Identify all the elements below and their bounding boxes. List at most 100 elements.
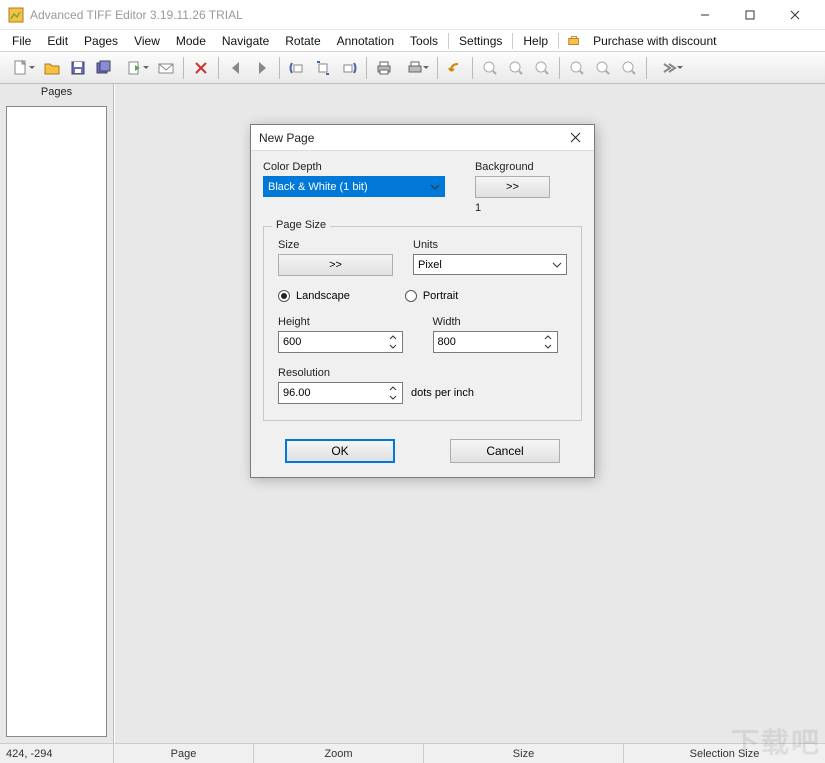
portrait-radio[interactable]: Portrait — [405, 290, 458, 302]
zoom-tool-6[interactable] — [617, 56, 641, 80]
toolbar-separator — [218, 57, 219, 79]
dpi-suffix: dots per inch — [411, 387, 474, 399]
menu-pages[interactable]: Pages — [76, 32, 126, 50]
resolution-value: 96.00 — [283, 387, 386, 399]
portrait-label: Portrait — [423, 290, 458, 302]
zoom-tool-1[interactable] — [478, 56, 502, 80]
rotate-180-button[interactable] — [311, 56, 335, 80]
page-size-fieldset: Page Size Size >> Units Pixel Land — [263, 226, 582, 421]
status-coords: 424, -294 — [0, 744, 114, 763]
page-size-legend: Page Size — [272, 219, 330, 231]
toolbar-separator — [437, 57, 438, 79]
status-selection: Selection Size — [624, 744, 825, 763]
next-button[interactable] — [250, 56, 274, 80]
toolbar-separator — [559, 57, 560, 79]
toolbar-separator — [472, 57, 473, 79]
status-bar: 424, -294 Page Zoom Size Selection Size — [0, 743, 825, 763]
minimize-button[interactable] — [682, 0, 727, 29]
save-all-button[interactable] — [92, 56, 116, 80]
cart-icon — [567, 34, 581, 48]
menu-view[interactable]: View — [126, 32, 168, 50]
print-button[interactable] — [372, 56, 396, 80]
print-options-button[interactable] — [398, 56, 432, 80]
width-label: Width — [433, 316, 568, 328]
app-icon — [8, 7, 24, 23]
menu-rotate[interactable]: Rotate — [277, 32, 328, 50]
pages-panel-header: Pages — [0, 84, 113, 102]
landscape-radio[interactable]: Landscape — [278, 290, 350, 302]
rotate-left-button[interactable] — [285, 56, 309, 80]
zoom-tool-3[interactable] — [530, 56, 554, 80]
height-label: Height — [278, 316, 413, 328]
spin-up-icon[interactable] — [386, 384, 400, 393]
menu-separator — [558, 33, 559, 49]
dialog-titlebar[interactable]: New Page — [251, 125, 594, 151]
zoom-tool-4[interactable] — [565, 56, 589, 80]
menu-navigate[interactable]: Navigate — [214, 32, 277, 50]
spin-down-icon[interactable] — [386, 342, 400, 351]
toolbar — [0, 52, 825, 84]
menu-annotation[interactable]: Annotation — [329, 32, 402, 50]
resolution-input[interactable]: 96.00 — [278, 382, 403, 404]
rotate-right-button[interactable] — [337, 56, 361, 80]
units-label: Units — [413, 239, 567, 251]
radio-bullet-icon — [278, 290, 290, 302]
background-value: 1 — [475, 202, 582, 214]
size-label: Size — [278, 239, 393, 251]
spin-down-icon[interactable] — [541, 342, 555, 351]
height-value: 600 — [283, 336, 386, 348]
color-depth-select[interactable]: Black & White (1 bit) — [263, 176, 445, 197]
window-title: Advanced TIFF Editor 3.19.11.26 TRIAL — [30, 8, 682, 22]
zoom-tool-5[interactable] — [591, 56, 615, 80]
dialog-title: New Page — [259, 131, 314, 145]
toolbar-separator — [279, 57, 280, 79]
menu-separator — [448, 33, 449, 49]
status-page: Page — [114, 744, 254, 763]
toolbar-separator — [183, 57, 184, 79]
radio-bullet-icon — [405, 290, 417, 302]
units-value: Pixel — [418, 259, 442, 271]
pages-thumbnail-area[interactable] — [6, 106, 107, 737]
pages-panel: Pages — [0, 84, 114, 743]
units-select[interactable]: Pixel — [413, 254, 567, 275]
menu-bar: File Edit Pages View Mode Navigate Rotat… — [0, 30, 825, 52]
menu-mode[interactable]: Mode — [168, 32, 214, 50]
menu-help[interactable]: Help — [515, 32, 556, 50]
new-file-button[interactable] — [4, 56, 38, 80]
spin-up-icon[interactable] — [541, 333, 555, 342]
width-value: 800 — [438, 336, 541, 348]
ok-button[interactable]: OK — [285, 439, 395, 463]
status-size: Size — [424, 744, 624, 763]
chevron-down-icon — [552, 260, 562, 270]
close-button[interactable] — [772, 0, 817, 29]
prev-button[interactable] — [224, 56, 248, 80]
zoom-tool-2[interactable] — [504, 56, 528, 80]
status-zoom: Zoom — [254, 744, 424, 763]
cancel-button[interactable]: Cancel — [450, 439, 560, 463]
overflow-button[interactable] — [652, 56, 686, 80]
toolbar-separator — [366, 57, 367, 79]
menu-purchase[interactable]: Purchase with discount — [585, 32, 724, 50]
spin-down-icon[interactable] — [386, 393, 400, 402]
width-input[interactable]: 800 — [433, 331, 558, 353]
spin-up-icon[interactable] — [386, 333, 400, 342]
delete-button[interactable] — [189, 56, 213, 80]
background-button[interactable]: >> — [475, 176, 550, 198]
open-file-button[interactable] — [40, 56, 64, 80]
export-button[interactable] — [118, 56, 152, 80]
height-input[interactable]: 600 — [278, 331, 403, 353]
menu-file[interactable]: File — [4, 32, 39, 50]
dialog-close-button[interactable] — [564, 127, 586, 149]
menu-settings[interactable]: Settings — [451, 32, 510, 50]
menu-edit[interactable]: Edit — [39, 32, 76, 50]
toolbar-separator — [646, 57, 647, 79]
undo-button[interactable] — [443, 56, 467, 80]
save-button[interactable] — [66, 56, 90, 80]
color-depth-value: Black & White (1 bit) — [268, 181, 368, 193]
size-button[interactable]: >> — [278, 254, 393, 276]
mail-button[interactable] — [154, 56, 178, 80]
menu-tools[interactable]: Tools — [402, 32, 446, 50]
background-label: Background — [475, 161, 582, 173]
maximize-button[interactable] — [727, 0, 772, 29]
landscape-label: Landscape — [296, 290, 350, 302]
